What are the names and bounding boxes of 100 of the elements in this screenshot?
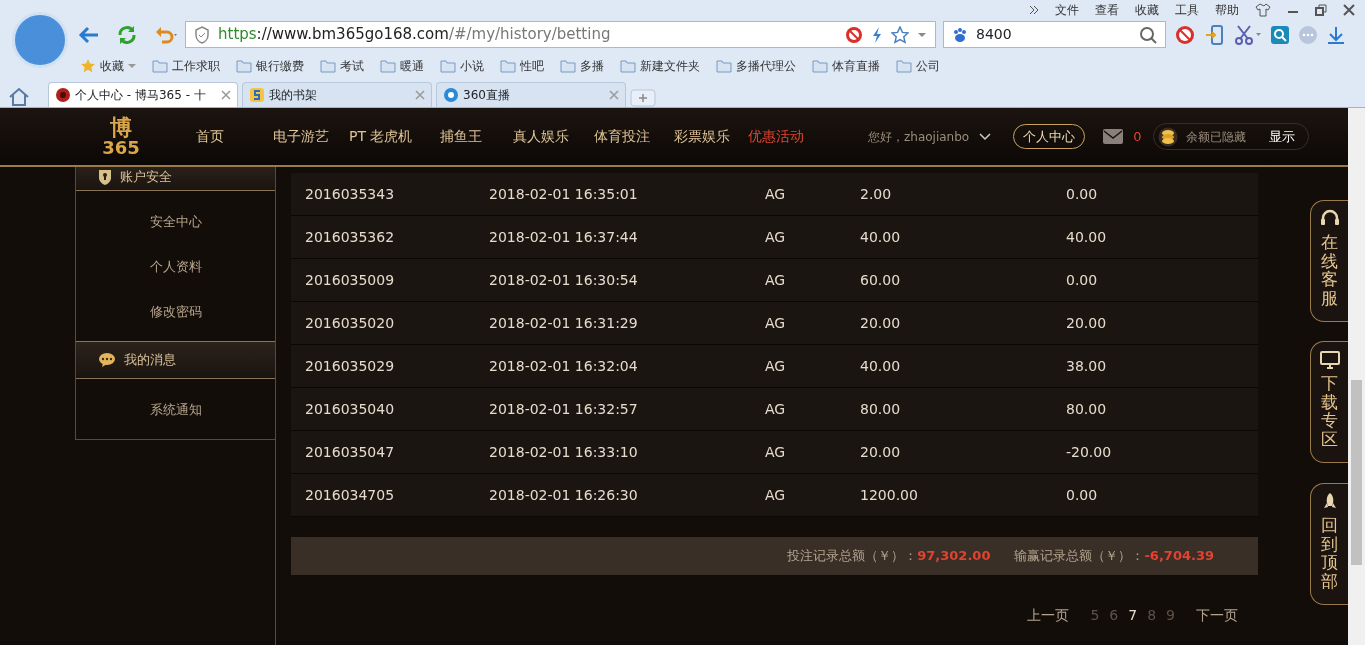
table-cell-text: 2018-02-01 16:35:01 [488,184,639,204]
browser-tab[interactable]: 360直播 [436,82,626,107]
undo-icon[interactable] [154,25,180,45]
sidebar-item[interactable]: 修改密码 [76,289,275,334]
prev-page-link[interactable]: 上一页 [1027,605,1070,626]
table-cell-text: 40.00 [1065,227,1108,247]
bookmark-item[interactable]: 工作求职 [152,57,220,75]
restore-icon[interactable] [1315,4,1327,16]
download-icon[interactable] [1326,25,1346,45]
greeting-text: 您好，zhaojianbo [868,128,970,146]
sidebar-item[interactable]: 系统通知 [76,387,275,432]
table-cell-text: 40.00 [859,356,902,376]
nav-link[interactable]: PT 老虎机 [349,126,440,147]
site-logo[interactable]: 博 365 [82,116,160,157]
favicon-icon [249,87,265,103]
table-cell-text: 2016035362 [304,227,396,247]
table-cell-text: 60.00 [859,270,902,290]
nav-link[interactable]: 捕鱼王 [440,126,513,147]
folder-icon [440,58,456,74]
close-icon[interactable] [1343,4,1355,16]
side-float-button[interactable]: 回到顶部 [1310,483,1348,605]
table-cell-text: 2016035343 [304,184,396,204]
caret-icon[interactable] [128,63,136,69]
address-bar[interactable]: https://www.bm365go168.com/#/my/history/betting [185,21,936,48]
table-cell-text: 80.00 [1065,399,1108,419]
menu-item[interactable]: 收藏 [1135,1,1159,19]
zoom-icon[interactable] [1270,25,1290,45]
refresh-icon[interactable] [116,24,138,46]
star-icon[interactable] [891,25,909,44]
side-float-button[interactable]: 在线客服 [1310,200,1348,322]
back-icon[interactable] [78,25,100,45]
table-cell-text: AG [764,442,787,462]
nav-link[interactable]: 电子游艺 [273,126,349,147]
close-icon[interactable] [221,90,231,100]
bookmark-item[interactable]: 性吧 [500,57,544,75]
sidebar-item[interactable]: 个人资料 [76,244,275,289]
caret-icon[interactable] [917,30,927,39]
folder-icon [380,58,396,74]
nav-link[interactable]: 体育投注 [594,126,674,147]
table-cell-text: AG [764,313,787,333]
folder-icon [812,58,828,74]
bookmark-item[interactable]: 收藏 [80,57,136,75]
lock-icon [98,169,112,185]
menu-item[interactable]: 工具 [1175,1,1199,19]
lightning-icon[interactable] [871,25,883,44]
sidebar-section-header[interactable]: 我的消息 [76,341,275,379]
table-cell-text: 2018-02-01 16:37:44 [488,227,639,247]
chevron-down-icon[interactable] [979,132,992,141]
scissors-icon[interactable] [1234,24,1262,46]
bookmark-item[interactable]: 多播代理公 [716,57,796,75]
bookmark-item[interactable]: 小说 [440,57,484,75]
bookmark-item[interactable]: 暖通 [380,57,424,75]
table-cell-text: 2018-02-01 16:33:10 [488,442,639,462]
next-page-link[interactable]: 下一页 [1196,605,1238,626]
nav-link[interactable]: 首页 [196,126,273,147]
nav-link[interactable]: 优惠活动 [748,126,828,147]
table-cell-text: 2016034705 [304,485,396,505]
table-cell-text: AG [764,356,787,376]
menu-item[interactable]: 帮助 [1215,1,1239,19]
bookmark-item[interactable]: 新建文件夹 [620,57,700,75]
folder-icon [620,58,636,74]
menu-item[interactable]: 查看 [1095,1,1119,19]
folder-icon [560,58,576,74]
phone-icon[interactable] [1204,24,1226,46]
table-cell-text: 20.00 [859,313,902,333]
search-icon[interactable] [1139,25,1157,44]
folder-icon [716,58,732,74]
bookmark-item[interactable]: 银行缴费 [236,57,304,75]
bookmark-item[interactable]: 多播 [560,57,604,75]
table-cell-text: 2016035047 [304,442,396,462]
home-icon[interactable] [8,87,30,107]
adblock-icon[interactable] [1174,24,1196,46]
browser-tab[interactable]: 个人中心 - 博马365 - 十 [48,82,238,107]
table-cell-text: 2016035040 [304,399,396,419]
bookmark-item[interactable]: 公司 [896,57,940,75]
table-cell-text: 2018-02-01 16:31:29 [488,313,639,333]
mail-count: 0 [1133,127,1142,146]
search-field[interactable]: 8400 [943,21,1166,48]
browser-tab[interactable]: 我的书架 [242,82,432,107]
new-tab-icon[interactable] [630,89,656,107]
page-link[interactable]: 7 [1128,605,1138,626]
shirt-icon[interactable] [1255,3,1271,17]
scrollbar-thumb[interactable] [1351,380,1362,565]
mail-icon[interactable] [1103,129,1124,144]
show-balance-button[interactable]: 显示 [1268,125,1297,148]
nav-link[interactable]: 彩票娱乐 [674,126,748,147]
chat-icon [98,352,116,368]
folder-icon [236,58,252,74]
folder-icon [500,58,516,74]
bookmark-item[interactable]: 考试 [320,57,364,75]
side-float-button[interactable]: 下载专区 [1310,341,1348,463]
adblock-icon[interactable] [845,25,863,44]
table-cell-text: 0.00 [1065,270,1099,290]
nav-link[interactable]: 真人娱乐 [513,126,594,147]
balance-text: 余额已隐藏 [1186,128,1247,146]
bookmark-item[interactable]: 体育直播 [812,57,880,75]
table-cell-text: 0.00 [1065,184,1099,204]
chevron-icon[interactable] [1029,5,1039,15]
menu-item[interactable]: 文件 [1055,1,1079,19]
sidebar-item[interactable]: 安全中心 [76,199,275,244]
